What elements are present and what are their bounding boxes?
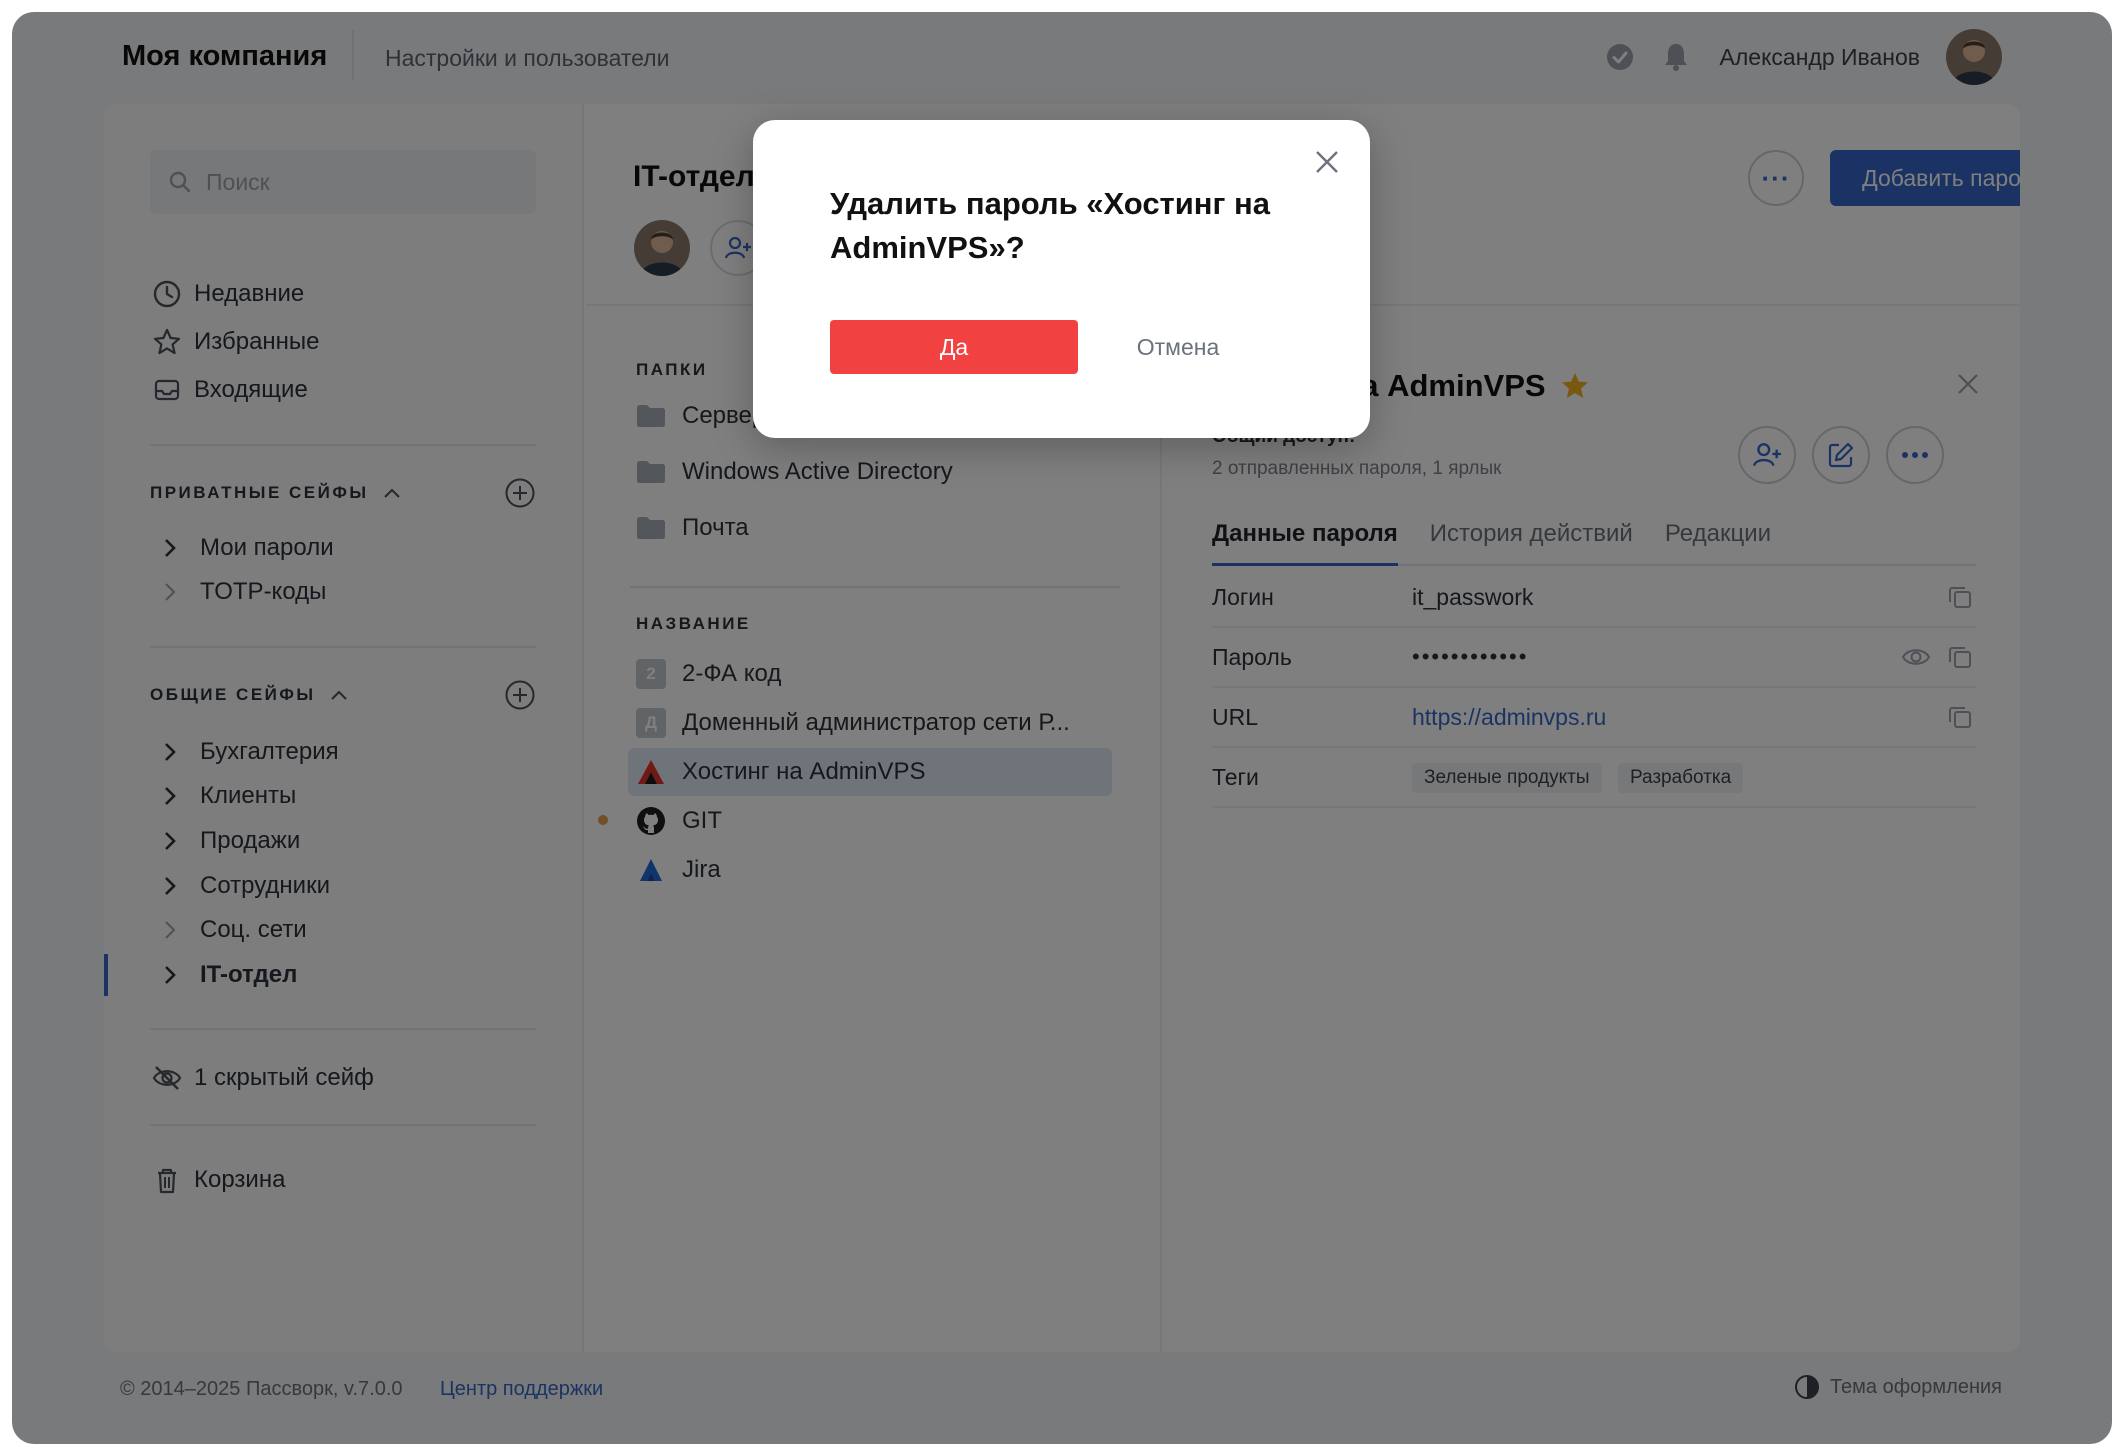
delete-confirm-dialog: Удалить пароль «Хостинг на AdminVPS»? Да… [753, 120, 1370, 438]
confirm-delete-button[interactable]: Да [830, 320, 1078, 374]
cancel-button[interactable]: Отмена [1103, 320, 1253, 374]
dialog-title: Удалить пароль «Хостинг на AdminVPS»? [830, 186, 1271, 265]
close-icon[interactable] [1311, 146, 1343, 178]
